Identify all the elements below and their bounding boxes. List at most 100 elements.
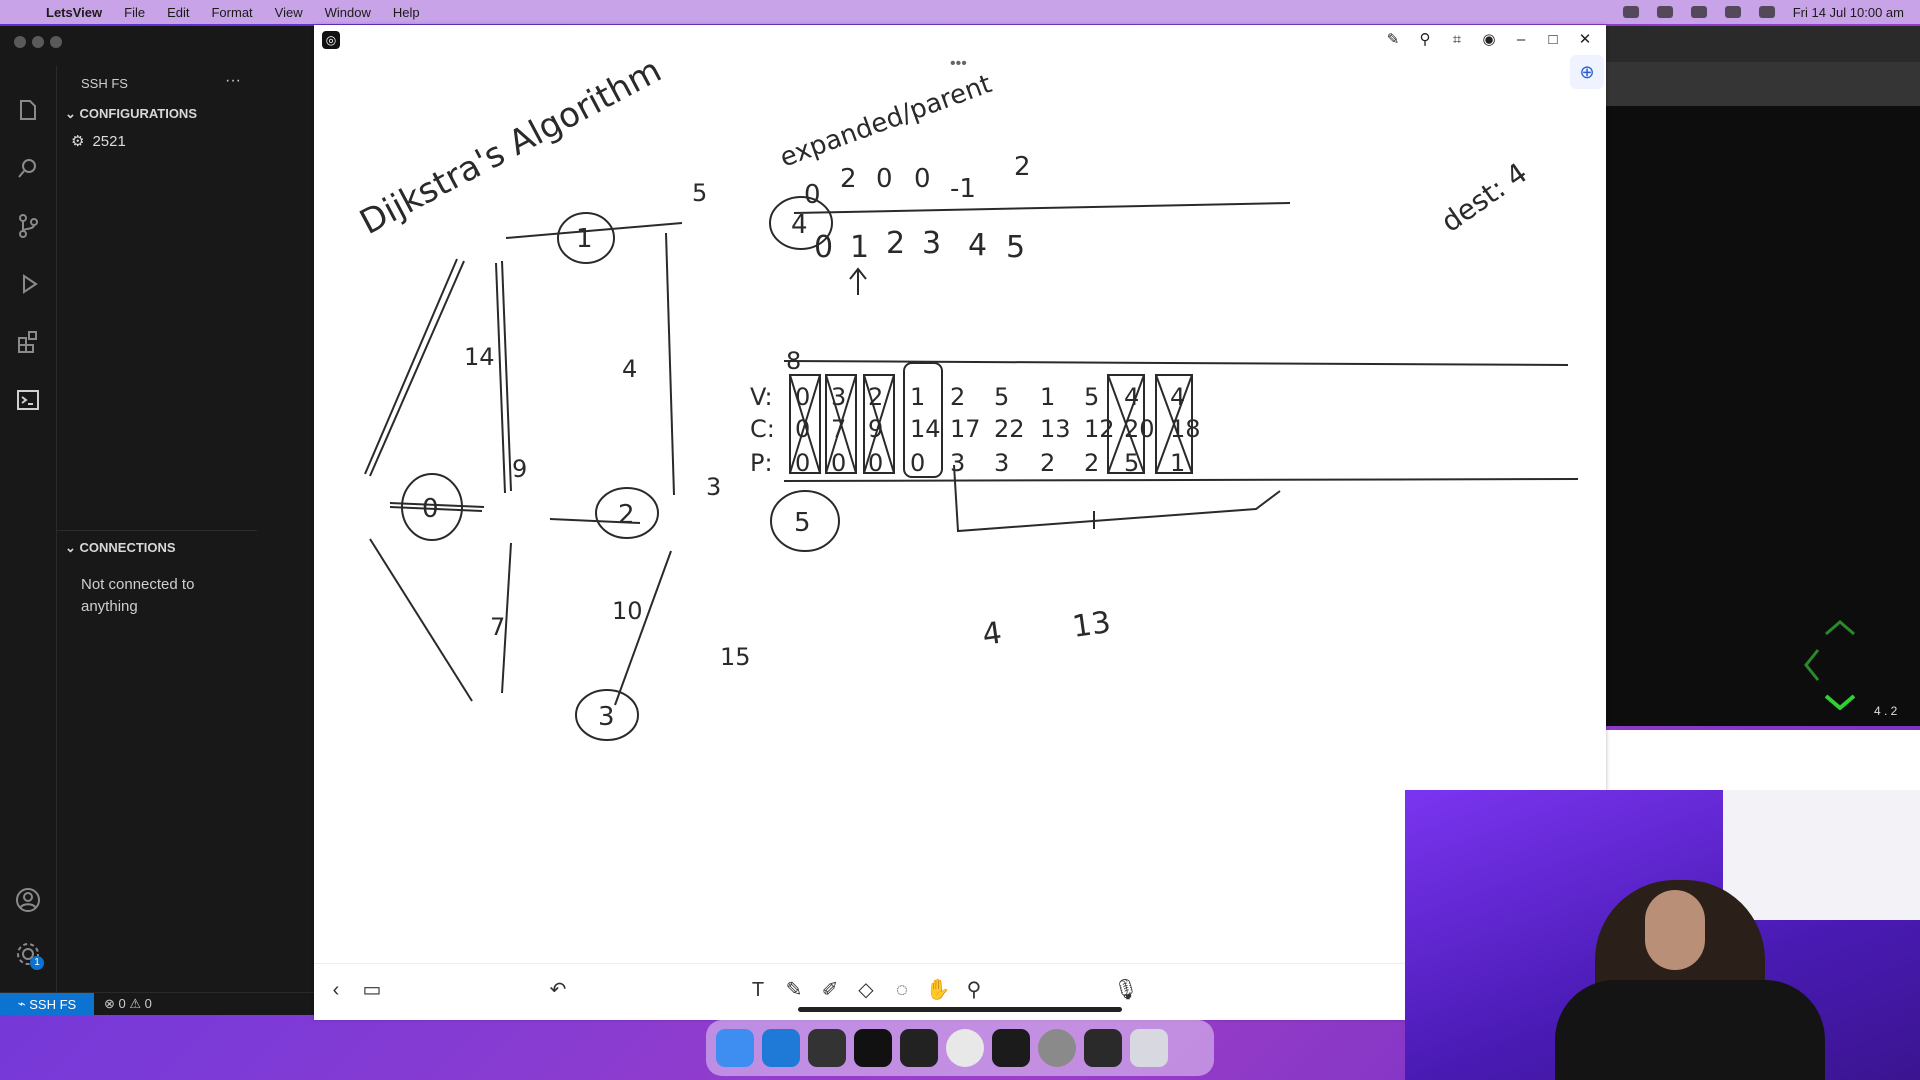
- edge-weight: 7: [490, 613, 505, 641]
- account-icon[interactable]: [14, 886, 42, 914]
- table-cell-v: 1: [1040, 383, 1055, 411]
- system-settings-icon[interactable]: [1038, 1029, 1076, 1067]
- search-icon[interactable]: [1724, 6, 1741, 18]
- letsview-icon[interactable]: [854, 1029, 892, 1067]
- chrome-icon[interactable]: [946, 1029, 984, 1067]
- expanded-cell: -1: [950, 174, 976, 204]
- edge-weight: 9: [512, 455, 527, 483]
- settings-gear-icon[interactable]: 1: [14, 940, 44, 970]
- table-cell-v: 4: [1124, 383, 1139, 411]
- connections-empty-text: Not connected to anything: [81, 576, 195, 615]
- vscode-icon[interactable]: [762, 1029, 800, 1067]
- config-item[interactable]: ⚙ 2521: [71, 132, 126, 151]
- table-cell-c: 14: [910, 415, 941, 443]
- node-label: 2: [618, 500, 635, 530]
- table-cell-p: 2: [1084, 449, 1099, 477]
- remote-terminal-icon[interactable]: [14, 386, 42, 414]
- explorer-icon[interactable]: [14, 96, 42, 124]
- table-cell-c: 0: [795, 415, 810, 443]
- table-cell-v: 1: [910, 383, 925, 411]
- remote-status-button[interactable]: ⌁ SSH FS: [0, 993, 94, 1015]
- index-cell: 1: [850, 230, 869, 265]
- table-cell-v: 3: [831, 383, 846, 411]
- table-cell-c: 13: [1040, 415, 1071, 443]
- configurations-section[interactable]: ⌄ CONFIGURATIONS: [65, 106, 197, 122]
- edge-weight: 4: [622, 355, 637, 383]
- hand-tool-icon[interactable]: ✋: [924, 976, 952, 1004]
- index-cell: 4: [968, 228, 987, 263]
- expanded-cell: 0: [804, 180, 821, 210]
- battery-icon[interactable]: [1690, 6, 1707, 18]
- zoom-window-button[interactable]: [50, 36, 62, 48]
- row-label: P:: [750, 449, 773, 477]
- destination-label: dest: 4: [1435, 156, 1533, 239]
- side-panel: [1606, 730, 1920, 790]
- extensions-icon[interactable]: [14, 328, 42, 356]
- menu-edit[interactable]: Edit: [167, 5, 189, 20]
- webcam-overlay: [1405, 790, 1920, 1080]
- trash-icon[interactable]: [1130, 1029, 1168, 1067]
- index-cell: 5: [1006, 230, 1025, 265]
- link-icon[interactable]: ⚲: [960, 976, 988, 1004]
- ssh-fs-sidebar: SSH FS ··· ⌄ CONFIGURATIONS ⚙ 2521 ⌄ CON…: [57, 66, 257, 992]
- terminal-icon[interactable]: [900, 1029, 938, 1067]
- chevron-left-icon[interactable]: [1804, 649, 1820, 681]
- edge-weight: 14: [464, 343, 495, 371]
- table-cell-c: 22: [994, 415, 1025, 443]
- app-menu[interactable]: LetsView: [46, 5, 102, 20]
- expanded-cell: 2: [840, 164, 857, 194]
- obs-icon[interactable]: [808, 1029, 846, 1067]
- problems-status[interactable]: ⊗ 0 ⚠ 0: [104, 996, 152, 1012]
- eraser-icon[interactable]: ◇: [852, 976, 880, 1004]
- edge-weight: 5: [692, 179, 707, 207]
- lasso-icon[interactable]: ◌: [888, 976, 916, 1004]
- menu-file[interactable]: File: [124, 5, 145, 20]
- background-monitor: [1723, 790, 1920, 920]
- screenshot-icon[interactable]: [1084, 1029, 1122, 1067]
- table-cell-p: 0: [795, 449, 810, 477]
- settings-badge: 1: [30, 956, 44, 970]
- index-cell: 2: [886, 226, 905, 261]
- bluetooth-icon[interactable]: [1656, 6, 1673, 18]
- back-icon[interactable]: ‹: [322, 976, 350, 1004]
- board-title: Dijkstra's Algorithm: [353, 50, 668, 243]
- chevron-down-icon[interactable]: [1824, 694, 1856, 711]
- menu-help[interactable]: Help: [393, 5, 420, 20]
- chevron-up-icon[interactable]: [1825, 620, 1855, 636]
- table-cell-c: 7: [831, 415, 846, 443]
- table-cell-v: 2: [868, 383, 883, 411]
- node-label: 4: [791, 210, 808, 240]
- menu-format[interactable]: Format: [211, 5, 252, 20]
- more-actions-button[interactable]: ···: [225, 72, 241, 90]
- menu-window[interactable]: Window: [325, 5, 371, 20]
- pages-icon[interactable]: ▭: [358, 976, 386, 1004]
- row-label: V:: [750, 383, 773, 411]
- close-window-button[interactable]: [14, 36, 26, 48]
- undo-icon[interactable]: ↶: [544, 976, 572, 1004]
- menu-bar: LetsView File Edit Format View Window He…: [0, 0, 1920, 24]
- text-tool-icon[interactable]: T: [744, 976, 772, 1004]
- row-label: C:: [750, 415, 775, 443]
- presenter-face: [1645, 890, 1705, 970]
- table-cell-v: 4: [1170, 383, 1185, 411]
- clock[interactable]: Fri 14 Jul 10:00 am: [1793, 5, 1904, 20]
- run-debug-icon[interactable]: [14, 270, 42, 298]
- table-cell-c: 12: [1084, 415, 1115, 443]
- table-cell-p: 2: [1040, 449, 1055, 477]
- wifi-icon[interactable]: [1622, 6, 1639, 18]
- finder-icon[interactable]: [716, 1029, 754, 1067]
- connections-section[interactable]: ⌄ CONNECTIONS: [65, 540, 176, 556]
- chevron-down-icon: ⌄: [65, 106, 80, 121]
- control-center-icon[interactable]: [1758, 6, 1775, 18]
- pen-tool-icon[interactable]: ✎: [780, 976, 808, 1004]
- minimize-window-button[interactable]: [32, 36, 44, 48]
- highlighter-icon[interactable]: ✐: [816, 976, 844, 1004]
- search-icon[interactable]: [14, 154, 42, 182]
- microphone-icon[interactable]: 🎙: [1112, 976, 1140, 1004]
- table-cell-v: 5: [1084, 383, 1099, 411]
- activity-monitor-icon[interactable]: [992, 1029, 1030, 1067]
- table-cell-v: 5: [994, 383, 1009, 411]
- source-control-icon[interactable]: [14, 212, 42, 240]
- node-label: 0: [422, 494, 439, 524]
- menu-view[interactable]: View: [275, 5, 303, 20]
